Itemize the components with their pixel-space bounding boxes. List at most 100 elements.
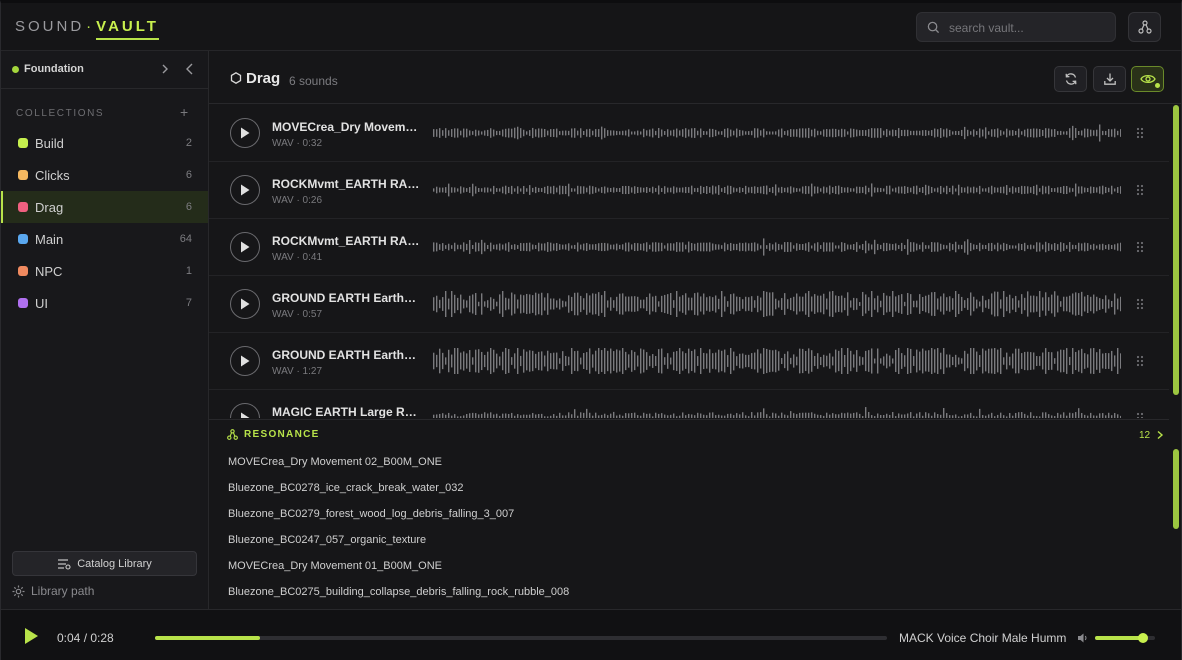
resonance-item[interactable]: MOVECrea_Dry Movement 01_B00M_ONE xyxy=(228,560,569,586)
play-button[interactable] xyxy=(230,346,260,376)
chevron-right-icon[interactable] xyxy=(1156,430,1164,440)
collection-label: Main xyxy=(35,232,64,247)
volume-icon[interactable] xyxy=(1077,632,1089,644)
play-button[interactable] xyxy=(230,118,260,148)
waveform[interactable] xyxy=(433,176,1121,204)
drag-handle-icon[interactable] xyxy=(1135,241,1145,253)
resonance-item[interactable]: Bluezone_BC0279_forest_wood_log_debris_f… xyxy=(228,508,569,534)
play-button[interactable] xyxy=(230,175,260,205)
waveform-bar xyxy=(490,188,492,192)
graph-button[interactable] xyxy=(1128,12,1161,42)
waveform-bar xyxy=(910,130,912,136)
waveform-bar xyxy=(685,244,687,250)
waveform-bar xyxy=(622,415,624,418)
volume-slider[interactable] xyxy=(1095,633,1155,643)
sound-name: MOVECrea_Dry Movement 02_B00M_ONE xyxy=(272,120,422,134)
waveform-bar xyxy=(844,413,846,418)
play-icon[interactable] xyxy=(23,627,39,645)
progress-bar[interactable] xyxy=(155,636,887,640)
play-button[interactable] xyxy=(230,403,260,418)
waveform-bar xyxy=(895,187,897,193)
sound-row[interactable]: MOVECrea_Dry Movement 02_B00M_ONEWAV · 0… xyxy=(209,105,1169,162)
waveform-bar xyxy=(1117,130,1119,136)
add-collection-button[interactable]: + xyxy=(180,104,188,120)
download-button[interactable] xyxy=(1093,66,1126,92)
search-input[interactable] xyxy=(949,19,1109,37)
waveform-bar xyxy=(784,187,786,193)
play-button[interactable] xyxy=(230,289,260,319)
waveform-bar xyxy=(793,354,795,368)
waveform-bar xyxy=(592,354,594,368)
waveform-bar xyxy=(976,131,978,135)
sound-row[interactable]: ROCKMvmt_EARTH RAKE Dirt DragWAV · 0:26 xyxy=(209,162,1169,219)
play-button[interactable] xyxy=(230,232,260,262)
refresh-button[interactable] xyxy=(1054,66,1087,92)
waveform-bar xyxy=(559,412,561,418)
waveform-bar xyxy=(676,187,678,193)
waveform-bar xyxy=(886,353,888,369)
collection-item-main[interactable]: Main 64 xyxy=(1,223,208,255)
volume-knob[interactable] xyxy=(1138,633,1148,643)
waveform[interactable] xyxy=(433,233,1121,261)
waveform[interactable] xyxy=(433,290,1121,318)
waveform-bar xyxy=(817,295,819,313)
waveform-bar xyxy=(433,129,435,137)
waveform-bar xyxy=(1045,348,1047,374)
waveform-bar xyxy=(628,413,630,418)
waveform-bar xyxy=(727,128,729,138)
catalog-library-button[interactable]: Catalog Library xyxy=(12,551,197,576)
preview-toggle-button[interactable] xyxy=(1131,66,1164,92)
waveform[interactable] xyxy=(433,119,1121,147)
sound-row[interactable]: GROUND EARTH Earthquake HeavyWAV · 1:27 xyxy=(209,333,1169,390)
resonance-scrollbar[interactable] xyxy=(1173,449,1179,529)
drag-handle-icon[interactable] xyxy=(1135,298,1145,310)
resonance-item[interactable]: Bluezone_BC0247_057_organic_texture xyxy=(228,534,569,560)
collection-count: 7 xyxy=(185,297,192,309)
waveform-bar xyxy=(433,188,435,192)
resonance-item[interactable]: MOVECrea_Dry Movement 02_B00M_ONE xyxy=(228,456,569,482)
waveform-bar xyxy=(655,242,657,252)
sound-row[interactable]: ROCKMvmt_EARTH RAKE Gravel DragWAV · 0:4… xyxy=(209,219,1169,276)
collection-item-ui[interactable]: UI 7 xyxy=(1,287,208,319)
waveform[interactable] xyxy=(433,404,1121,418)
waveform-bar xyxy=(652,186,654,194)
collection-item-npc[interactable]: NPC 1 xyxy=(1,255,208,287)
collection-item-drag[interactable]: Drag 6 xyxy=(1,191,208,223)
waveform-bar xyxy=(904,355,906,367)
drag-handle-icon[interactable] xyxy=(1135,412,1145,418)
waveform-bar xyxy=(469,413,471,418)
waveform-bar xyxy=(919,351,921,371)
waveform-bar xyxy=(886,242,888,252)
waveform-bar xyxy=(931,130,933,136)
sound-name: GROUND EARTH Earthquake Rumble xyxy=(272,291,422,305)
waveform-bar xyxy=(859,302,861,306)
sound-row[interactable]: MAGIC EARTH Large Rock DragWAV · 0:48 xyxy=(209,390,1169,418)
waveform-bar xyxy=(1015,295,1017,313)
waveform-bar xyxy=(574,409,576,418)
waveform-bar xyxy=(1036,184,1038,196)
waveform[interactable] xyxy=(433,347,1121,375)
collection-item-build[interactable]: Build 2 xyxy=(1,127,208,159)
waveform-bar xyxy=(784,131,786,135)
sound-list-scrollbar[interactable] xyxy=(1173,105,1179,395)
drag-handle-icon[interactable] xyxy=(1135,355,1145,367)
waveform-bar xyxy=(568,412,570,418)
waveform-bar xyxy=(676,416,678,418)
drag-handle-icon[interactable] xyxy=(1135,184,1145,196)
waveform-bar xyxy=(772,131,774,135)
waveform-bar xyxy=(1015,348,1017,374)
sound-list[interactable]: MOVECrea_Dry Movement 02_B00M_ONEWAV · 0… xyxy=(209,105,1169,418)
resonance-item[interactable]: Bluezone_BC0278_ice_crack_break_water_03… xyxy=(228,482,569,508)
sound-row[interactable]: GROUND EARTH Earthquake RumbleWAV · 0:57 xyxy=(209,276,1169,333)
workspace-selector[interactable]: Foundation xyxy=(1,51,208,89)
waveform-bar xyxy=(1018,348,1020,374)
library-path-link[interactable]: Library path xyxy=(12,583,94,599)
waveform-bar xyxy=(721,245,723,249)
waveform-bar xyxy=(1048,297,1050,311)
active-indicator-dot xyxy=(1155,83,1160,88)
chevron-right-icon[interactable] xyxy=(159,61,171,77)
collapse-sidebar-icon[interactable] xyxy=(183,61,197,77)
drag-handle-icon[interactable] xyxy=(1135,127,1145,139)
waveform-bar xyxy=(439,348,441,374)
collection-item-clicks[interactable]: Clicks 6 xyxy=(1,159,208,191)
